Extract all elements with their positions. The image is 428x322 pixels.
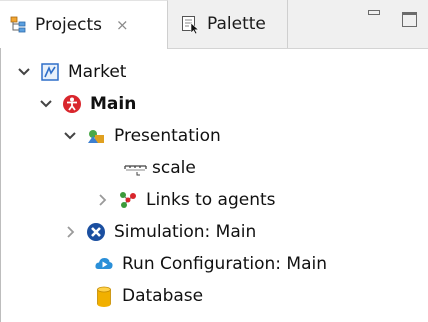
simulation-icon [86,222,106,242]
tree-item-scale[interactable]: scale [124,152,196,184]
tab-projects-label: Projects [35,15,103,35]
tree-item-label: scale [152,158,196,178]
tree-item-label: Run Configuration: Main [122,254,328,274]
tree-item-label: Main [90,94,137,114]
tree-item-links[interactable]: Links to agents [94,184,276,216]
tab-projects[interactable]: Projects ⨯ [0,0,168,49]
tree-item-label: Database [122,286,204,306]
chevron-down-icon[interactable] [38,96,54,112]
tab-palette[interactable]: Palette [170,0,288,48]
tree-item-label: Market [68,62,127,82]
projects-view: Projects ⨯ Palette Market Main Presentat… [0,0,428,322]
agent-icon [62,94,82,114]
scale-icon [124,158,148,178]
run-config-icon [94,254,114,274]
links-icon [118,190,138,210]
tree-item-label: Links to agents [146,190,276,210]
chevron-down-icon[interactable] [16,64,32,80]
maximize-icon[interactable] [402,10,418,27]
tree-item-market[interactable]: Market [16,56,126,88]
chevron-down-icon[interactable] [62,128,78,144]
chevron-right-icon[interactable] [94,192,110,208]
minimize-icon[interactable] [368,10,384,26]
tab-palette-label: Palette [207,14,266,34]
model-icon [40,62,60,82]
tab-strip: Projects ⨯ Palette [0,0,428,49]
palette-icon [180,14,200,35]
tree-item-presentation[interactable]: Presentation [62,120,221,152]
database-icon [94,286,114,307]
tree-item-database[interactable]: Database [94,280,203,312]
tree-item-run-config[interactable]: Run Configuration: Main [94,248,327,280]
close-icon[interactable]: ⨯ [116,16,129,34]
tree-item-label: Simulation: Main [114,222,257,242]
projects-icon [8,15,28,35]
chevron-right-icon[interactable] [62,224,78,240]
tree-item-main[interactable]: Main [38,88,136,120]
tree-item-simulation[interactable]: Simulation: Main [62,216,256,248]
tree-item-label: Presentation [114,126,221,146]
view-border [0,48,1,322]
view-controls [368,10,418,27]
presentation-icon [86,126,106,146]
